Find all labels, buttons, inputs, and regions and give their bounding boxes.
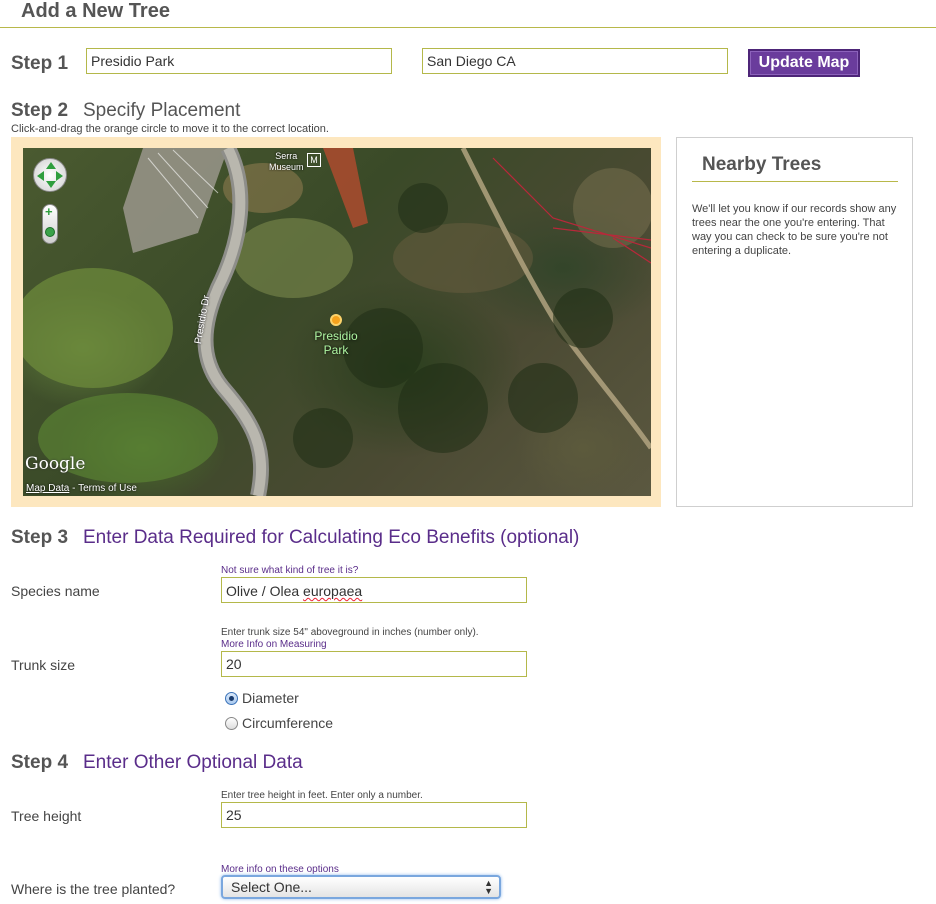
google-logo: Google (25, 454, 86, 474)
trunk-size-label: Trunk size (11, 657, 76, 673)
select-arrows-icon: ▲ ▼ (484, 878, 493, 896)
tree-height-input[interactable] (221, 802, 527, 828)
circumference-label: Circumference (242, 715, 334, 731)
step3-number: Step 3 (11, 527, 69, 548)
pan-down-icon[interactable] (46, 181, 56, 188)
trunk-size-input[interactable] (221, 651, 527, 677)
map-frame: + Serra Museum M Presidio Dr Presidio Pa… (11, 137, 661, 507)
step3-title: Enter Data Required for Calculating Eco … (83, 527, 580, 548)
species-label: Species name (11, 583, 100, 599)
city-input[interactable] (422, 48, 728, 74)
terms-of-use-link[interactable]: - Terms of Use (69, 483, 137, 494)
step2-title: Specify Placement (83, 100, 241, 121)
map-pan-control[interactable] (33, 158, 67, 192)
nearby-trees-panel: Nearby Trees We'll let you know if our r… (676, 137, 913, 507)
map-instructions: Click-and-drag the orange circle to move… (11, 123, 329, 135)
pan-left-icon[interactable] (37, 171, 44, 181)
park-marker-icon[interactable] (330, 314, 342, 326)
museum-label: Serra Museum (269, 151, 304, 172)
park-label: Presidio Park (314, 329, 358, 357)
pan-right-icon[interactable] (56, 171, 63, 181)
planting-info-link[interactable]: More info on these options (221, 864, 339, 875)
step4-title: Enter Other Optional Data (83, 752, 303, 773)
update-map-button[interactable]: Update Map (748, 49, 860, 77)
page-title: Add a New Tree (21, 0, 170, 22)
map-attribution: Map Data - Terms of Use (26, 483, 137, 494)
location-input[interactable] (86, 48, 392, 74)
step4-number: Step 4 (11, 752, 69, 773)
nearby-trees-text: We'll let you know if our records show a… (692, 203, 897, 257)
tree-height-label: Tree height (11, 808, 82, 824)
title-divider (0, 27, 936, 28)
satellite-map[interactable]: + Serra Museum M Presidio Dr Presidio Pa… (23, 148, 651, 496)
planted-location-label: Where is the tree planted? (11, 881, 176, 897)
species-input[interactable]: Olive / Olea europaea (221, 577, 527, 603)
zoom-in-icon[interactable]: + (45, 205, 53, 219)
circumference-radio[interactable] (225, 716, 238, 730)
nearby-trees-title: Nearby Trees (702, 154, 822, 175)
diameter-label: Diameter (242, 690, 299, 706)
species-help-link[interactable]: Not sure what kind of tree it is? (221, 565, 358, 576)
tree-height-hint: Enter tree height in feet. Enter only a … (221, 790, 423, 801)
measuring-info-link[interactable]: More Info on Measuring (221, 639, 327, 650)
trunk-hint: Enter trunk size 54" aboveground in inch… (221, 627, 479, 638)
map-zoom-control[interactable]: + (42, 204, 58, 244)
planted-location-selected: Select One... (231, 879, 312, 895)
museum-icon: M (307, 153, 321, 167)
nearby-divider (692, 181, 898, 182)
map-data-link[interactable]: Map Data (26, 483, 69, 494)
planted-location-select[interactable]: Select One... ▲ ▼ (221, 875, 501, 899)
step1-number: Step 1 (11, 53, 69, 74)
pan-up-icon[interactable] (46, 162, 56, 169)
circumference-option[interactable]: Circumference (225, 715, 333, 731)
zoom-slider-handle[interactable] (45, 227, 55, 237)
diameter-option[interactable]: Diameter (225, 690, 299, 706)
diameter-radio[interactable] (225, 691, 238, 705)
step2-number: Step 2 (11, 100, 69, 121)
